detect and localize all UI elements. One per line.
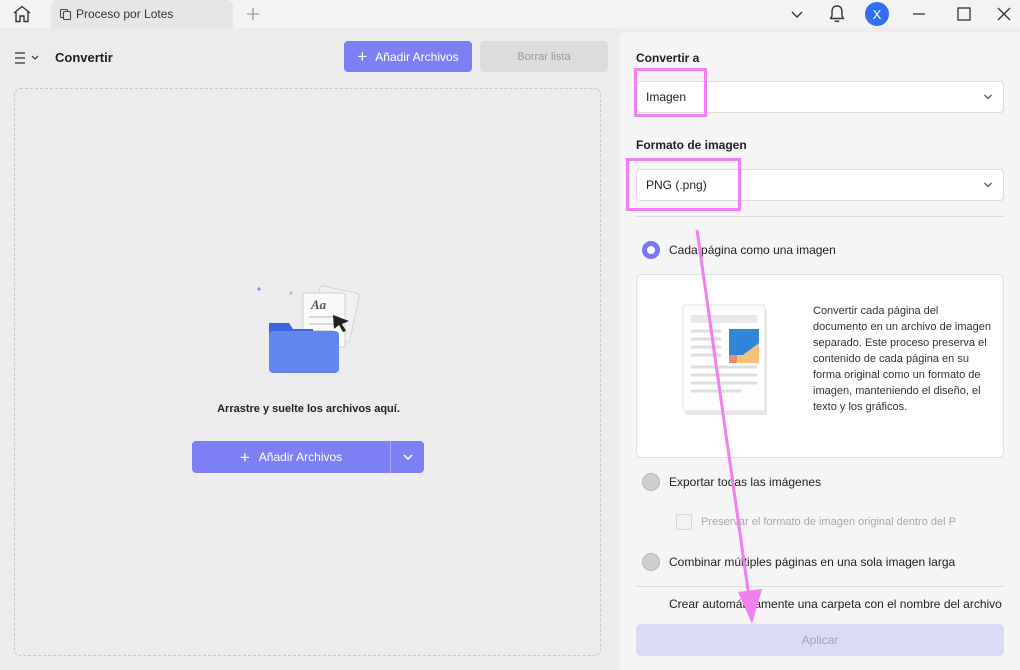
page-title: Convertir	[55, 50, 113, 65]
maximize-icon	[957, 7, 971, 21]
plus-icon: +	[239, 447, 250, 467]
maximize-button[interactable]	[953, 4, 975, 24]
tab-batch-process[interactable]: Proceso por Lotes	[51, 0, 233, 28]
add-files-main-button[interactable]: + Añadir Archivos	[192, 441, 424, 473]
divider	[636, 216, 1004, 217]
option-combine-label: Combinar múltiples páginas en una sola i…	[669, 555, 956, 569]
preserve-format-label: Preservar el formato de imagen original …	[701, 516, 956, 528]
option-export-images-label: Exportar todas las imágenes	[669, 475, 822, 489]
radio-selected[interactable]	[642, 241, 660, 259]
folder-files-illustration: Aa	[257, 285, 360, 373]
title-bar: Proceso por Lotes X	[0, 0, 1020, 28]
minimize-button[interactable]	[908, 4, 930, 24]
image-format-label: Formato de imagen	[636, 138, 747, 152]
page-to-image-illustration	[682, 304, 767, 415]
option-export-images[interactable]: Exportar todas las imágenes	[642, 473, 821, 491]
add-files-main-label: Añadir Archivos	[258, 450, 343, 464]
minimize-icon	[913, 13, 925, 15]
hamburger-menu-icon	[15, 52, 39, 64]
drop-zone[interactable]: Aa Arrastre y suelte los archivos aquí. …	[14, 88, 601, 656]
close-icon	[997, 7, 1011, 21]
chevron-down-icon	[402, 454, 413, 461]
option-combine-pages[interactable]: Combinar múltiples páginas en una sola i…	[642, 553, 955, 571]
notifications-button[interactable]	[826, 4, 848, 24]
tab-label: Proceso por Lotes	[76, 7, 174, 21]
apply-label: Aplicar	[801, 633, 839, 647]
add-files-dropdown-toggle[interactable]	[391, 441, 424, 473]
add-files-main-action[interactable]: + Añadir Archivos	[192, 441, 391, 473]
drop-hint: Arrastre y suelte los archivos aquí.	[217, 403, 400, 415]
divider	[636, 586, 1004, 587]
bell-icon	[829, 5, 845, 23]
close-button[interactable]	[993, 4, 1015, 24]
plus-icon: +	[357, 47, 368, 66]
clear-list-button[interactable]: Borrar lista	[480, 41, 608, 72]
chevron-down-icon	[984, 182, 992, 188]
menu-button[interactable]	[14, 50, 42, 66]
chevron-down-icon	[984, 94, 992, 100]
convert-to-label: Convertir a	[636, 51, 700, 65]
plus-icon	[247, 8, 259, 20]
new-tab-button[interactable]	[244, 5, 262, 23]
preserve-format-option: Preservar el formato de imagen original …	[676, 514, 976, 530]
batch-icon	[59, 7, 73, 21]
option-description-card: Convertir cada página del documento en u…	[636, 274, 1004, 458]
home-button[interactable]	[10, 4, 34, 24]
file-list-panel: Convertir + Añadir Archivos Borrar lista…	[0, 28, 617, 670]
dropdown-button[interactable]	[786, 4, 808, 24]
option-each-page-label: Cada página como una imagen	[669, 243, 836, 257]
auto-folder-option[interactable]: Crear automáticamente una carpeta con el…	[669, 597, 1002, 611]
settings-panel: Convertir a Imagen Formato de imagen PNG…	[620, 32, 1020, 670]
home-icon	[13, 5, 31, 23]
option-each-page[interactable]: Cada página como una imagen	[642, 241, 836, 259]
add-files-button[interactable]: + Añadir Archivos	[344, 41, 472, 72]
highlight-convert-to	[634, 68, 707, 117]
chevron-down-icon	[791, 11, 803, 18]
avatar[interactable]: X	[865, 2, 889, 26]
svg-text:Aa: Aa	[310, 297, 327, 312]
apply-button[interactable]: Aplicar	[636, 624, 1004, 656]
radio-unselected[interactable]	[642, 553, 660, 571]
clear-list-label: Borrar lista	[517, 50, 571, 63]
highlight-image-format	[626, 158, 741, 211]
radio-unselected[interactable]	[642, 473, 660, 491]
preserve-format-checkbox[interactable]	[676, 514, 692, 530]
option-description: Convertir cada página del documento en u…	[813, 305, 991, 413]
add-files-label: Añadir Archivos	[375, 49, 459, 64]
